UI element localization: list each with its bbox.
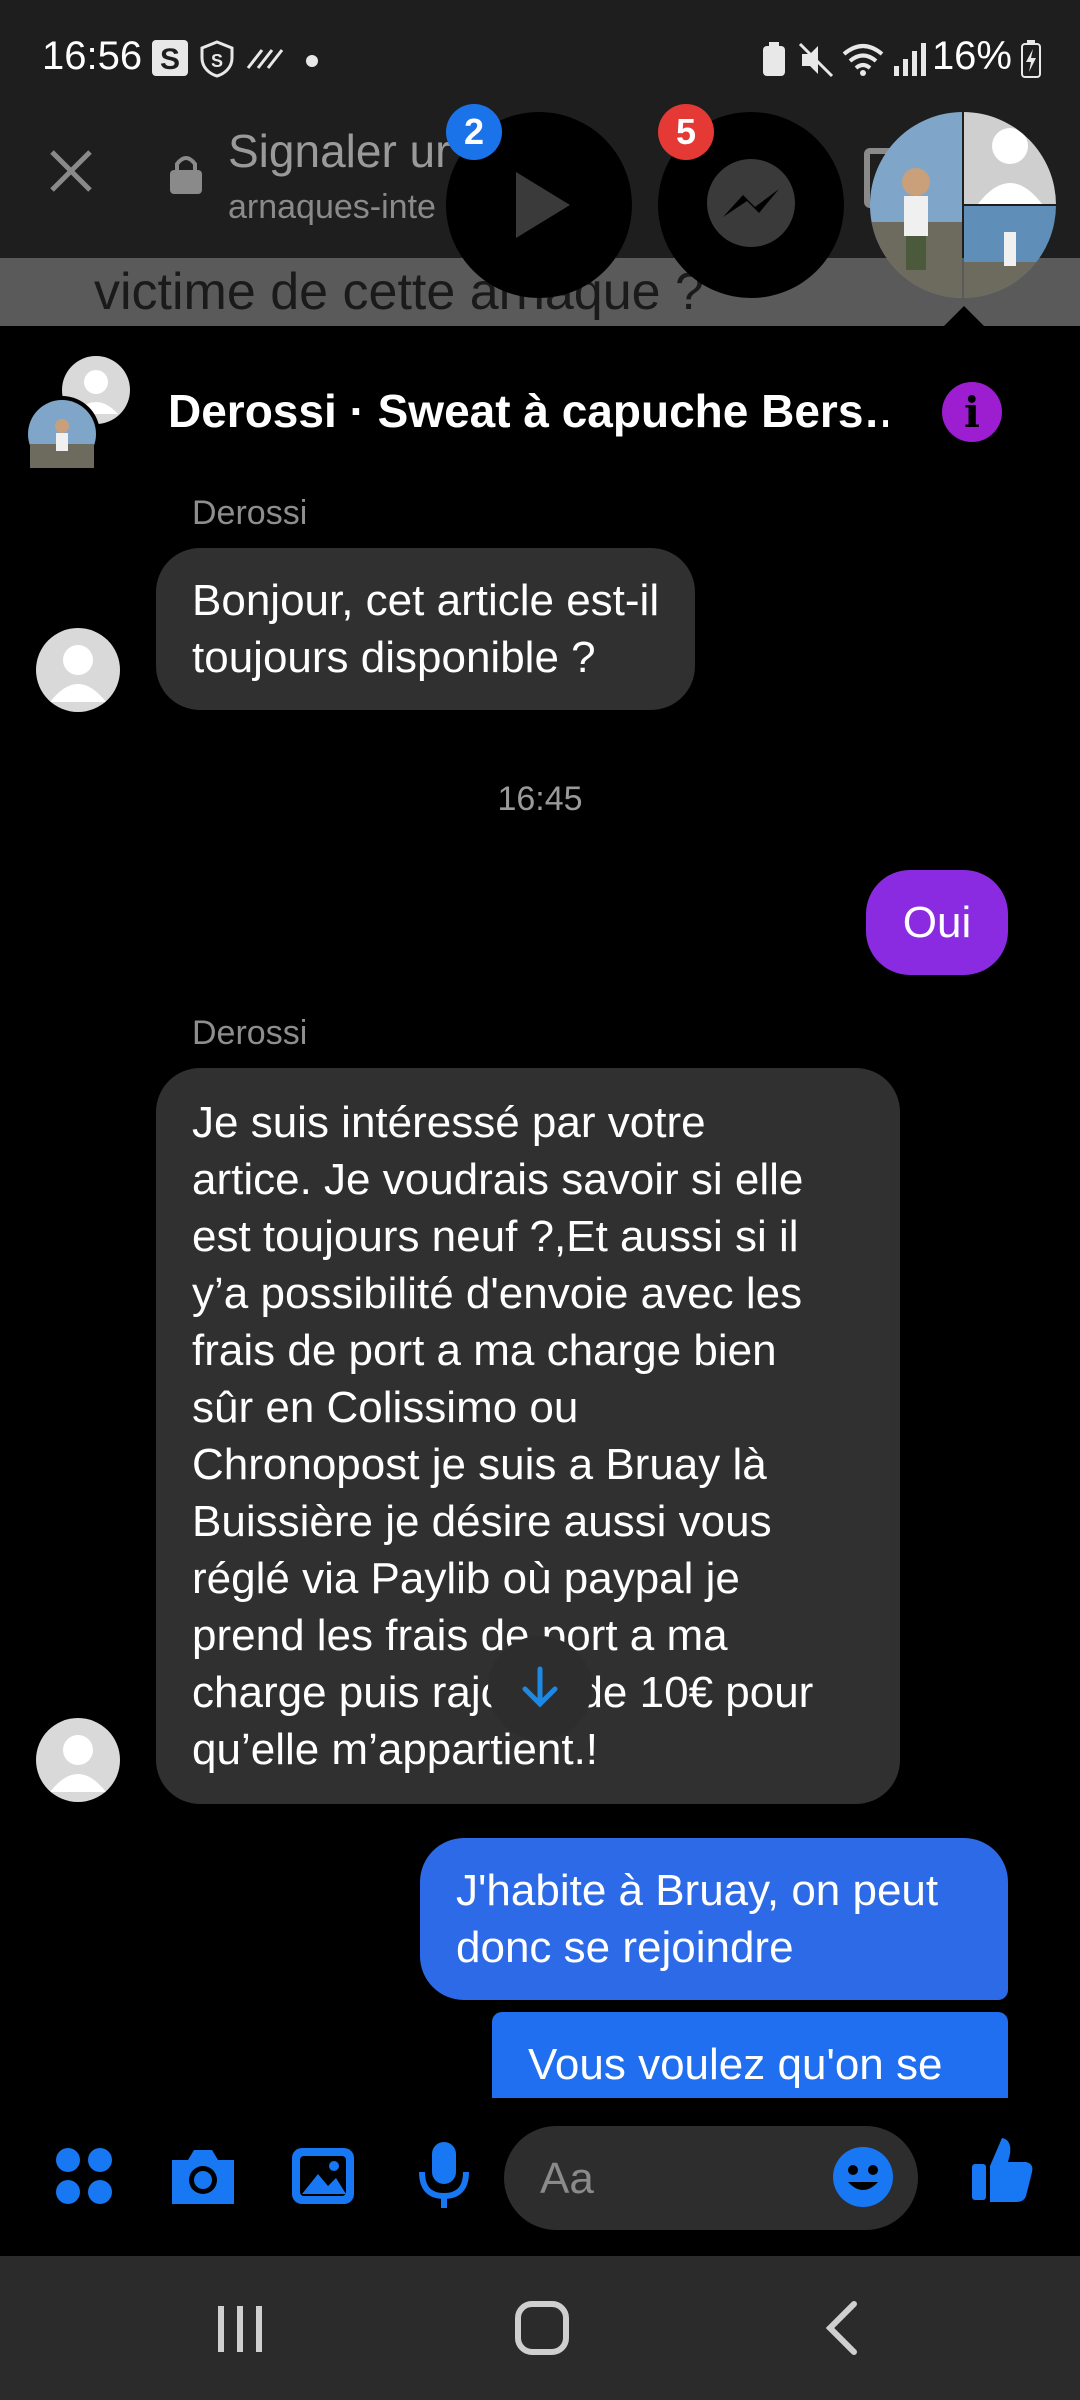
chat-panel: Derossi · Sweat à capuche Bers… i Deross… bbox=[0, 326, 1080, 2256]
message-line: y’a possibilité d'envoie avec les bbox=[192, 1269, 803, 1318]
play-notification-badge: 2 bbox=[446, 104, 502, 160]
gallery-icon[interactable] bbox=[290, 2144, 356, 2213]
message-line: réglé via Paylib où paypal je bbox=[192, 1554, 740, 1603]
avatar[interactable] bbox=[36, 1718, 120, 1802]
message-bubble-outgoing[interactable]: Oui bbox=[866, 870, 1008, 975]
message-composer: Aa bbox=[0, 2100, 1080, 2256]
message-input-placeholder: Aa bbox=[540, 2154, 594, 2203]
info-button[interactable]: i bbox=[942, 382, 1002, 442]
conversation-avatar[interactable] bbox=[22, 356, 142, 476]
cell-signal-icon bbox=[894, 42, 926, 81]
lock-icon bbox=[168, 152, 204, 201]
sender-name: Derossi bbox=[192, 494, 308, 532]
recents-icon[interactable] bbox=[214, 2304, 266, 2359]
message-bubble-outgoing[interactable]: J'habite à Bruay, on peut donc se rejoin… bbox=[420, 1838, 1008, 2000]
messenger-notification-badge: 5 bbox=[658, 104, 714, 160]
conversation-title: Derossi · Sweat à capuche Bers… bbox=[168, 385, 888, 437]
close-icon[interactable] bbox=[46, 146, 96, 201]
dot-icon bbox=[306, 54, 318, 72]
status-bar: 16:56 S S 16% bbox=[0, 0, 1080, 118]
back-icon[interactable] bbox=[822, 2300, 862, 2361]
play-icon bbox=[516, 172, 570, 238]
info-icon: i bbox=[964, 387, 980, 437]
message-line: est toujours neuf ?,Et aussi si il bbox=[192, 1212, 799, 1261]
messenger-icon bbox=[707, 159, 795, 247]
home-icon[interactable] bbox=[514, 2300, 570, 2361]
battery-percent: 16% bbox=[931, 34, 1012, 78]
message-line: Buissière je désire aussi vous bbox=[192, 1497, 772, 1546]
group-avatar bbox=[870, 112, 1056, 298]
panel-pointer bbox=[944, 306, 984, 326]
microphone-icon[interactable] bbox=[416, 2140, 472, 2217]
message-line: frais de port a ma charge bien bbox=[192, 1326, 777, 1375]
camera-icon[interactable] bbox=[168, 2144, 238, 2213]
sender-name: Derossi bbox=[192, 1014, 308, 1052]
wifi-icon bbox=[842, 42, 884, 81]
signal-lines-icon bbox=[246, 46, 284, 75]
message-line: Bonjour, cet article est-il bbox=[192, 576, 660, 625]
background-page-text: victime de cette arnaque ? bbox=[94, 263, 704, 321]
svg-text:S: S bbox=[211, 51, 223, 71]
emoji-icon[interactable] bbox=[832, 2146, 894, 2213]
svg-text:S: S bbox=[160, 43, 180, 76]
shield-icon: S bbox=[200, 40, 234, 83]
status-time: 16:56 bbox=[42, 34, 143, 78]
message-line: Vous voulez qu'on se bbox=[528, 2040, 943, 2089]
message-line: Je suis intéressé par votre bbox=[192, 1098, 706, 1147]
message-line: J'habite à Bruay, on peut bbox=[456, 1866, 939, 1915]
apps-icon[interactable] bbox=[52, 2144, 116, 2213]
message-bubble-incoming[interactable]: Bonjour, cet article est-il toujours dis… bbox=[156, 548, 696, 710]
battery-charging-icon bbox=[1020, 40, 1042, 83]
system-nav-bar bbox=[0, 2256, 1080, 2400]
message-bubble-outgoing[interactable]: Vous voulez qu'on se bbox=[492, 2012, 1008, 2112]
browser-url[interactable]: arnaques-inte bbox=[228, 188, 436, 227]
scroll-to-bottom-button[interactable] bbox=[488, 1636, 592, 1740]
thumbs-up-icon[interactable] bbox=[970, 2134, 1034, 2209]
message-line: sûr en Colissimo ou bbox=[192, 1383, 579, 1432]
message-timestamp: 16:45 bbox=[497, 780, 583, 818]
mute-icon bbox=[798, 42, 834, 83]
avatar[interactable] bbox=[36, 628, 120, 712]
arrow-down-icon bbox=[522, 1666, 558, 1708]
conversation-chat-head[interactable] bbox=[870, 112, 1056, 298]
message-line: toujours disponible ? bbox=[192, 633, 596, 682]
message-line: Chronopost je suis a Bruay là bbox=[192, 1440, 767, 1489]
message-line: donc se rejoindre bbox=[456, 1923, 794, 1972]
battery-saver-icon bbox=[760, 42, 788, 83]
browser-page-title: Signaler ur bbox=[228, 125, 451, 177]
message-input[interactable]: Aa bbox=[504, 2126, 918, 2230]
message-line: artice. Je voudrais savoir si elle bbox=[192, 1155, 804, 1204]
s-app-icon: S bbox=[152, 40, 188, 81]
